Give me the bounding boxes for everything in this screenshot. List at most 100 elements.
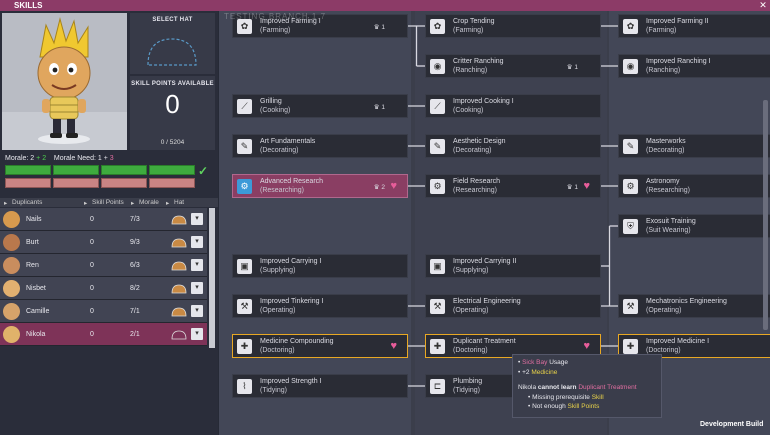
select-hat-label: SELECT HAT (152, 17, 193, 23)
research-icon: ⚙ (623, 179, 638, 194)
skill-node[interactable]: ⛨ Exosuit Training (Suit Wearing) (618, 214, 770, 238)
header-duplicants[interactable]: Duplicants (12, 199, 42, 206)
skill-points-value: 0 (165, 89, 180, 119)
close-button[interactable]: ✕ (758, 0, 768, 11)
title-bar: SKILLS ✕ (0, 0, 770, 11)
skill-owner-count: ♛ 1 (373, 104, 385, 111)
skill-group: (Tidying) (453, 387, 480, 394)
skill-owner-count: ♛ 1 (373, 24, 385, 31)
skill-group: (Supplying) (260, 267, 296, 274)
duplicant-row[interactable]: Ren 0 6/3 ▾ (0, 254, 207, 277)
tooltip-perk-name: Sick Bay (522, 359, 548, 366)
skill-node[interactable]: ⚒ Electrical Engineering (Operating) (425, 294, 601, 318)
skill-node[interactable]: ◉ Improved Ranching I (Ranching) (618, 54, 770, 78)
skill-name: Medicine Compounding (260, 338, 334, 345)
skill-owner-count: ♛ 2 (373, 184, 385, 191)
duplicant-row[interactable]: Nikola 0 2/1 ▾ (0, 323, 207, 346)
wheat-icon: ✿ (623, 19, 638, 34)
duplicant-name: Nisbet (26, 285, 46, 292)
skill-tree-scrollbar[interactable] (763, 100, 768, 330)
hat-dropdown-button[interactable]: ▾ (191, 328, 203, 340)
skill-node[interactable]: ✿ Crop Tending (Farming) (425, 14, 601, 38)
duplicant-row[interactable]: Nails 0 7/3 ▾ (0, 208, 207, 231)
skill-node[interactable]: ▣ Improved Carrying II (Supplying) (425, 254, 601, 278)
header-morale[interactable]: Morale (139, 199, 159, 206)
skill-owner-count: ♛ 1 (566, 184, 578, 191)
skill-node[interactable]: ⚒ Improved Tinkering I (Operating) (232, 294, 408, 318)
skill-points-panel: SKILL POINTS AVAILABLE 0 0 / 5204 (130, 76, 215, 150)
sort-arrow-icon[interactable]: ▸ (84, 199, 87, 207)
skill-node[interactable]: ✚ Medicine Compounding (Doctoring) ♥ (232, 334, 408, 358)
skill-name: Improved Tinkering I (260, 298, 324, 305)
skill-group: (Operating) (646, 307, 682, 314)
duplicant-morale: 9/3 (130, 239, 140, 246)
duplicant-avatar (3, 234, 20, 251)
morale-need-extra: 3 (109, 155, 114, 162)
spatula-icon: ⟋ (430, 99, 445, 114)
skill-node[interactable]: ⚒ Mechatronics Engineering (Operating) (618, 294, 770, 318)
skill-count-value: 1 (574, 184, 578, 191)
skill-name: Advanced Research (260, 178, 324, 185)
duplicant-list-header: ▸ Duplicants ▸ Skill Points ▸ Morale ▸ H… (0, 198, 218, 207)
experience-value: 0 / 5204 (160, 139, 185, 146)
skill-name: Improved Carrying I (260, 258, 322, 265)
duplicant-row[interactable]: Camille 0 7/1 ▾ (0, 300, 207, 323)
skill-name: Grilling (260, 98, 282, 105)
skill-group: (Cooking) (453, 107, 484, 114)
wheat-icon: ✿ (237, 19, 252, 34)
medicine-icon: ✚ (430, 339, 445, 354)
hat-icon (171, 284, 187, 294)
skill-node[interactable]: ⚙ Advanced Research (Researching) ♛ 2 ♥ (232, 174, 408, 198)
hat-dropdown-button[interactable]: ▾ (191, 236, 203, 248)
hat-dropdown-button[interactable]: ▾ (191, 282, 203, 294)
skill-node[interactable]: ✎ Masterworks (Decorating) (618, 134, 770, 158)
morale-bar (149, 165, 195, 175)
morale-need-plus: + (103, 155, 108, 162)
skill-node[interactable]: ✎ Aesthetic Design (Decorating) (425, 134, 601, 158)
skill-count-value: 2 (381, 184, 385, 191)
tooltip-skill-name: Duplicant Treatment (578, 384, 637, 391)
tooltip-reason1: Skill (591, 393, 604, 401)
hat-icon (171, 238, 187, 248)
header-skill-points[interactable]: Skill Points (92, 199, 124, 206)
sort-arrow-icon[interactable]: ▸ (4, 199, 7, 207)
skill-node[interactable]: ▣ Improved Carrying I (Supplying) (232, 254, 408, 278)
skill-group: (Ranching) (646, 67, 681, 74)
skill-group: (Decorating) (260, 147, 299, 154)
select-hat-panel[interactable]: SELECT HAT (130, 13, 215, 74)
skill-node[interactable]: ⌇ Improved Strength I (Tidying) (232, 374, 408, 398)
spatula-icon: ⟋ (237, 99, 252, 114)
header-hat[interactable]: Hat (174, 199, 184, 206)
duplicant-list-scrollbar[interactable] (209, 208, 215, 348)
skill-group: (Farming) (453, 27, 484, 34)
skill-group: (Tidying) (260, 387, 287, 394)
skill-node[interactable]: ✎ Art Fundamentals (Decorating) (232, 134, 408, 158)
skill-node[interactable]: ◉ Critter Ranching (Ranching) ♛ 1 (425, 54, 601, 78)
sort-arrow-icon[interactable]: ▸ (166, 199, 169, 207)
duplicant-row[interactable]: Burt 0 9/3 ▾ (0, 231, 207, 254)
skill-node[interactable]: ✿ Improved Farming II (Farming) (618, 14, 770, 38)
duplicant-name: Nails (26, 216, 42, 223)
skill-name: Crop Tending (453, 18, 495, 25)
skill-group: (Researching) (646, 187, 690, 194)
skill-node[interactable]: ⚙ Field Research (Researching) ♛ 1 ♥ (425, 174, 601, 198)
skill-name: Plumbing (453, 378, 483, 385)
broom-icon: ⌇ (237, 379, 252, 394)
morale-bars (5, 165, 215, 191)
skill-node[interactable]: ⟋ Grilling (Cooking) ♛ 1 (232, 94, 408, 118)
tooltip-dupe-name: Nikola (518, 384, 537, 391)
skill-group: (Operating) (260, 307, 296, 314)
duplicant-row[interactable]: Nisbet 0 8/2 ▾ (0, 277, 207, 300)
hat-dropdown-button[interactable]: ▾ (191, 213, 203, 225)
skill-node[interactable]: ⟋ Improved Cooking I (Cooking) (425, 94, 601, 118)
skill-name: Art Fundamentals (260, 138, 316, 145)
skill-name: Improved Carrying II (453, 258, 517, 265)
skill-group: (Ranching) (453, 67, 488, 74)
hat-dropdown-button[interactable]: ▾ (191, 259, 203, 271)
skill-node[interactable]: ⚙ Astronomy (Researching) (618, 174, 770, 198)
tooltip-line: • +2 Medicine (518, 368, 558, 376)
duplicant-avatar (3, 303, 20, 320)
sort-arrow-icon[interactable]: ▸ (131, 199, 134, 207)
hat-dropdown-button[interactable]: ▾ (191, 305, 203, 317)
skill-group: (Doctoring) (453, 347, 488, 354)
